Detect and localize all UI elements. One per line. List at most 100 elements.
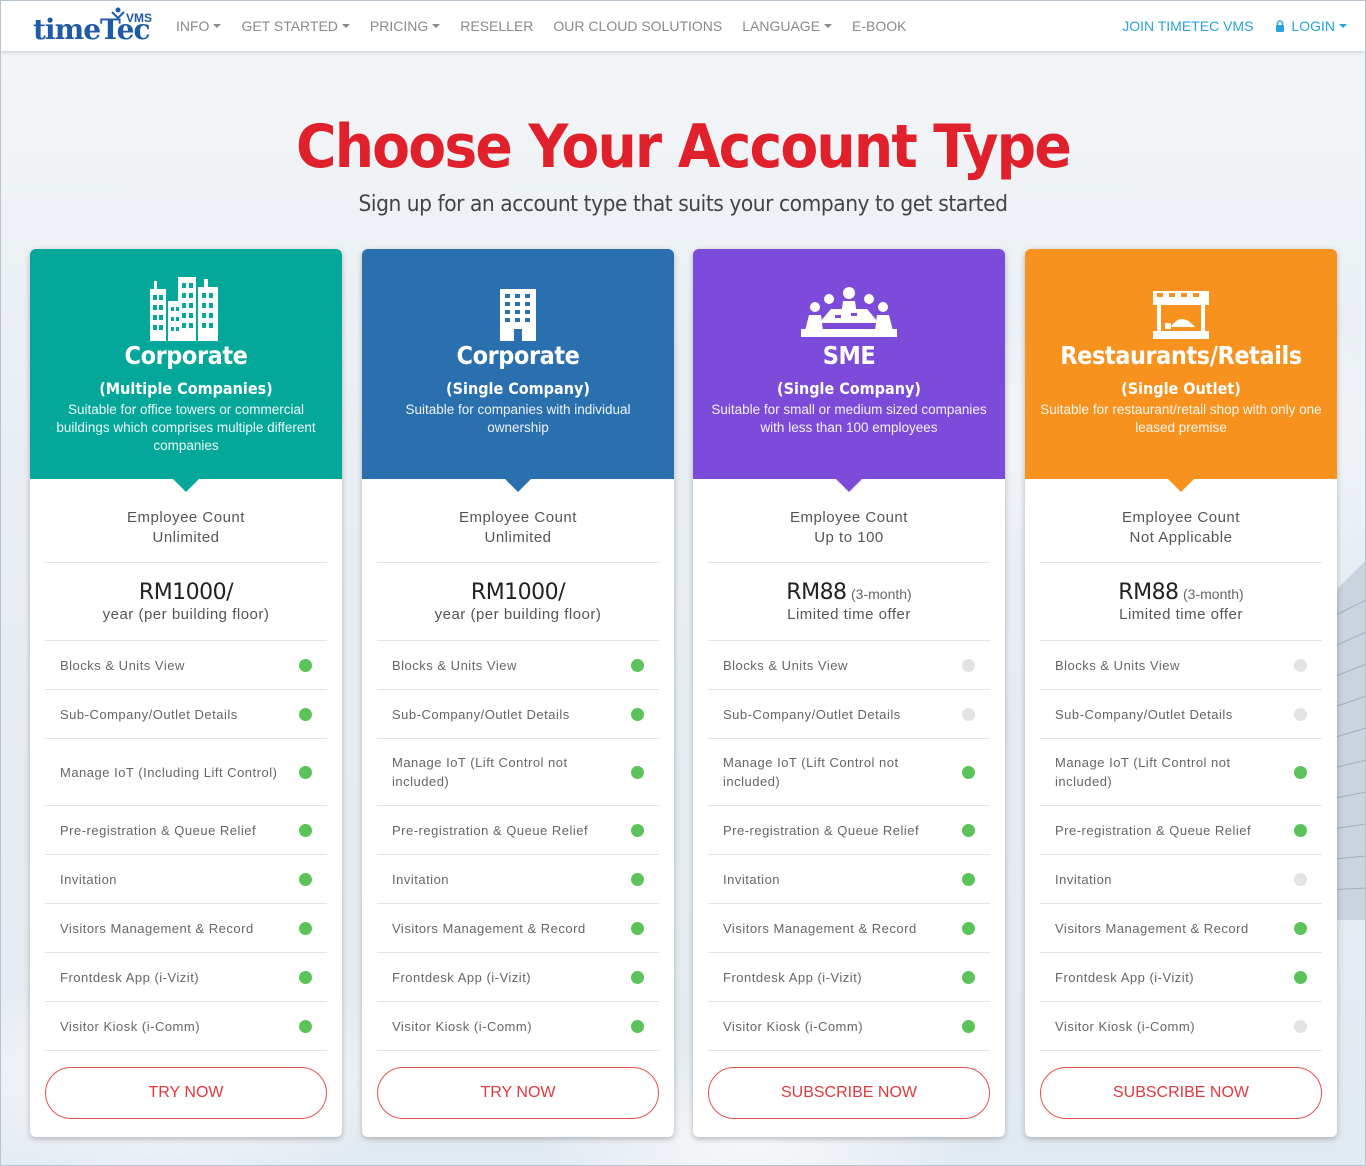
subscribe-now-button[interactable]: SUBSCRIBE NOW <box>1040 1067 1322 1119</box>
feature-row: Blocks & Units View <box>45 641 327 690</box>
nav-item-info[interactable]: INFO <box>176 18 222 34</box>
included-dot-icon <box>299 872 312 886</box>
chevron-down-icon <box>824 24 833 28</box>
card-subtitle: (Multiple Companies) <box>99 379 273 398</box>
employee-count-label: Employee Count <box>127 509 245 526</box>
feature-row: Pre-registration & Queue Relief <box>377 806 659 855</box>
feature-label: Visitors Management & Record <box>723 920 917 936</box>
feature-label: Sub-Company/Outlet Details <box>60 706 238 722</box>
nav-label: INFO <box>176 18 210 34</box>
card-pointer <box>172 478 200 492</box>
price-block: RM1000/ year (per building floor) <box>45 563 327 641</box>
pricing-card: Corporate (Single Company) Suitable for co… <box>362 249 674 1137</box>
feature-row: Frontdesk App (i-Vizit) <box>45 953 327 1002</box>
feature-label: Pre-registration & Queue Relief <box>723 822 920 838</box>
feature-row: Sub-Company/Outlet Details <box>708 690 990 739</box>
feature-row: Visitor Kiosk (i-Comm) <box>708 1002 990 1051</box>
card-header: SME (Single Company) Suitable for small or… <box>693 249 1005 492</box>
included-dot-icon <box>1294 921 1307 935</box>
feature-row: Invitation <box>708 855 990 904</box>
included-dot-icon <box>962 765 975 779</box>
join-link[interactable]: JOIN TIMETEC VMS <box>1122 18 1253 34</box>
nav-label: E-BOOK <box>852 18 907 34</box>
top-navbar: timeTec VMS INFO GET STARTED PRICING RESELL… <box>1 1 1365 51</box>
included-dot-icon <box>299 823 312 837</box>
included-dot-icon <box>962 1019 975 1033</box>
employee-count-label: Employee Count <box>790 509 908 526</box>
employee-count-value: Up to 100 <box>814 529 884 546</box>
employee-count-value: Not Applicable <box>1129 529 1233 546</box>
feature-row: Manage IoT (Lift Control not included) <box>377 739 659 806</box>
feature-row: Visitor Kiosk (i-Comm) <box>1040 1002 1322 1051</box>
included-dot-icon <box>631 707 644 721</box>
employee-count-label: Employee Count <box>1122 509 1240 526</box>
feature-label: Manage IoT (Lift Control not included) <box>392 755 568 789</box>
price-note: Limited time offer <box>787 606 911 623</box>
included-dot-icon <box>1294 970 1307 984</box>
login-link[interactable]: LOGIN <box>1275 18 1347 34</box>
feature-row: Visitor Kiosk (i-Comm) <box>377 1002 659 1051</box>
feature-label: Blocks & Units View <box>723 657 848 673</box>
included-dot-icon <box>631 823 644 837</box>
excluded-dot-icon <box>962 707 975 721</box>
included-dot-icon <box>631 1019 644 1033</box>
feature-label: Sub-Company/Outlet Details <box>723 706 901 722</box>
card-pointer <box>1167 478 1195 492</box>
try-now-button[interactable]: TRY NOW <box>45 1067 327 1119</box>
feature-row: Blocks & Units View <box>1040 641 1322 690</box>
nav-label: GET STARTED <box>241 18 338 34</box>
card-title: Corporate <box>456 341 580 370</box>
feature-label: Invitation <box>60 871 118 887</box>
feature-label: Frontdesk App (i-Vizit) <box>1055 969 1195 985</box>
card-description: Suitable for companies with individual o… <box>405 402 631 435</box>
join-label: JOIN TIMETEC VMS <box>1122 18 1254 34</box>
price-period: (3-month) <box>851 586 912 602</box>
nav-label: PRICING <box>369 18 429 34</box>
nav-item-language[interactable]: LANGUAGE <box>742 18 833 34</box>
feature-row: Sub-Company/Outlet Details <box>45 690 327 739</box>
feature-label: Visitor Kiosk (i-Comm) <box>1055 1018 1196 1034</box>
nav-item-get-started[interactable]: GET STARTED <box>241 18 350 34</box>
feature-label: Manage IoT (Lift Control not included) <box>723 755 899 789</box>
card-header: Corporate (Multiple Companies) Suitable fo… <box>30 249 342 492</box>
nav-label: LANGUAGE <box>742 18 821 34</box>
feature-label: Blocks & Units View <box>1055 657 1180 673</box>
card-title: SME <box>822 341 876 370</box>
price-block: RM1000/ year (per building floor) <box>377 563 659 641</box>
price-amount: RM1000/ <box>470 580 566 605</box>
included-dot-icon <box>962 872 975 886</box>
feature-label: Visitors Management & Record <box>392 920 586 936</box>
nav-item-pricing[interactable]: PRICING <box>369 18 441 34</box>
feature-label: Invitation <box>723 871 781 887</box>
timetec-logo[interactable]: timeTec VMS <box>31 7 152 47</box>
feature-row: Visitor Kiosk (i-Comm) <box>45 1002 327 1051</box>
feature-row: Blocks & Units View <box>377 641 659 690</box>
feature-label: Invitation <box>1055 871 1113 887</box>
card-subtitle: (Single Outlet) <box>1121 379 1241 398</box>
feature-row: Invitation <box>377 855 659 904</box>
price-note: year (per building floor) <box>434 606 602 623</box>
feature-label: Blocks & Units View <box>392 657 517 673</box>
card-subtitle: (Single Company) <box>777 379 921 398</box>
try-now-button[interactable]: TRY NOW <box>377 1067 659 1119</box>
included-dot-icon <box>299 765 312 779</box>
nav-item-our-cloud-solutions[interactable]: OUR CLOUD SOLUTIONS <box>553 18 722 34</box>
price-amount: RM88 <box>786 580 847 605</box>
login-label: LOGIN <box>1291 18 1335 34</box>
included-dot-icon <box>299 658 312 672</box>
feature-label: Pre-registration & Queue Relief <box>392 822 589 838</box>
included-dot-icon <box>1294 765 1307 779</box>
feature-row: Blocks & Units View <box>708 641 990 690</box>
chevron-down-icon <box>213 24 222 28</box>
excluded-dot-icon <box>1294 1019 1307 1033</box>
included-dot-icon <box>631 970 644 984</box>
subscribe-now-button[interactable]: SUBSCRIBE NOW <box>708 1067 990 1119</box>
feature-row: Visitors Management & Record <box>708 904 990 953</box>
included-dot-icon <box>631 921 644 935</box>
feature-row: Invitation <box>1040 855 1322 904</box>
card-description: Suitable for office towers or commercial… <box>56 402 316 453</box>
price-amount: RM88 <box>1118 580 1179 605</box>
nav-item-reseller[interactable]: RESELLER <box>460 18 533 34</box>
nav-item-e-book[interactable]: E-BOOK <box>852 18 906 34</box>
feature-label: Frontdesk App (i-Vizit) <box>60 969 200 985</box>
